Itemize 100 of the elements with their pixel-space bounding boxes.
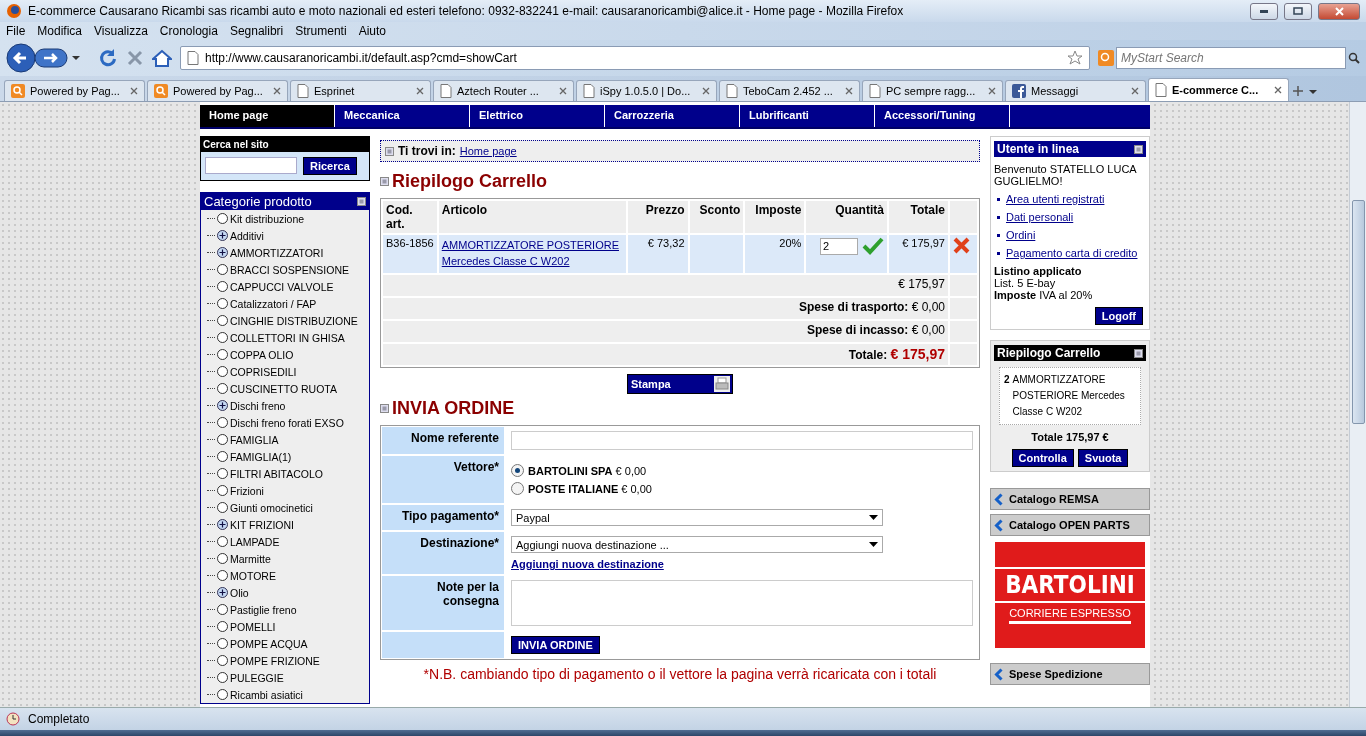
category-link[interactable]: KIT FRIZIONI — [230, 518, 294, 531]
category-link[interactable]: Kit distribuzione — [230, 212, 305, 225]
close-tab-icon[interactable] — [416, 87, 424, 95]
category-link[interactable]: Catalizzatori / FAP — [230, 297, 317, 310]
name-field[interactable] — [511, 431, 973, 450]
category-link[interactable]: CUSCINETTO RUOTA — [230, 382, 337, 395]
category-link[interactable]: Ricambi asiatici — [230, 688, 303, 701]
courier-banner[interactable]: BARTOLINI CORRIERE ESPRESSO — [995, 542, 1145, 648]
submit-order-button[interactable]: INVIA ORDINE — [511, 636, 600, 654]
category-link[interactable]: COLLETTORI IN GHISA — [230, 331, 345, 344]
menu-item[interactable]: Aiuto — [358, 24, 386, 38]
browser-tab[interactable]: Messaggi — [1005, 80, 1146, 101]
logoff-button[interactable]: Logoff — [1094, 307, 1143, 325]
close-button[interactable] — [1318, 2, 1360, 20]
category-link[interactable]: LAMPADE — [230, 535, 280, 548]
close-tab-icon[interactable] — [1131, 87, 1139, 95]
category-link[interactable]: FAMIGLIA — [230, 433, 279, 446]
category-link[interactable]: Additivi — [230, 229, 264, 242]
scrollbar[interactable] — [1349, 102, 1366, 707]
close-tab-icon[interactable] — [1274, 86, 1282, 94]
close-tab-icon[interactable] — [130, 87, 138, 95]
menu-item[interactable]: Visualizza — [94, 24, 148, 38]
star-icon[interactable] — [1067, 50, 1083, 66]
category-link[interactable]: BRACCI SOSPENSIONE — [230, 263, 350, 276]
site-nav-tab[interactable]: Home page — [200, 105, 335, 127]
browser-tab[interactable]: Aztech Router ... — [433, 80, 574, 101]
account-link[interactable]: Ordini — [1006, 229, 1036, 241]
category-link[interactable]: Pastiglie freno — [230, 603, 297, 616]
browser-tab[interactable]: E-commerce C... — [1148, 78, 1289, 101]
browser-tab[interactable]: Esprinet — [290, 80, 431, 101]
category-link[interactable]: Marmitte — [230, 552, 271, 565]
plus-icon[interactable] — [217, 247, 228, 258]
payment-dropdown[interactable]: Paypal — [511, 509, 883, 526]
site-nav-tab[interactable]: Accessori/Tuning — [875, 105, 1010, 127]
print-button[interactable]: Stampa — [627, 374, 733, 394]
browser-tab[interactable]: iSpy 1.0.5.0 | Do... — [576, 80, 717, 101]
browser-tab[interactable]: Powered by Pag... — [147, 80, 288, 101]
destination-dropdown[interactable]: Aggiungi nuova destinazione ... — [511, 536, 883, 553]
category-link[interactable]: Frizioni — [230, 484, 264, 497]
plus-icon[interactable] — [217, 400, 228, 411]
checkmark-icon[interactable] — [861, 237, 884, 255]
category-link[interactable]: Dischi freno — [230, 399, 286, 412]
site-search-field[interactable] — [205, 157, 297, 174]
browser-tab[interactable]: Powered by Pag... — [4, 80, 145, 101]
site-nav-tab[interactable]: Meccanica — [335, 105, 470, 127]
site-nav-tab[interactable]: Carrozzeria — [605, 105, 740, 127]
breadcrumb-link[interactable]: Home page — [459, 145, 517, 157]
menu-item[interactable]: Strumenti — [295, 24, 347, 38]
product-link[interactable]: AMMORTIZZATORE POSTERIORE Mercedes Classe C W202 — [441, 237, 624, 269]
site-nav-tab[interactable]: Elettrico — [470, 105, 605, 127]
cart-button[interactable]: Controlla — [1011, 449, 1074, 467]
catalog-link[interactable]: Catalogo OPEN PARTS — [990, 514, 1150, 536]
close-tab-icon[interactable] — [702, 87, 710, 95]
category-link[interactable]: COPRISEDILI — [230, 365, 297, 378]
square-icon[interactable] — [1134, 348, 1143, 358]
notes-field[interactable] — [511, 580, 973, 626]
menu-item[interactable]: Modifica — [37, 24, 83, 38]
cart-button[interactable]: Svuota — [1077, 449, 1129, 467]
browser-tab[interactable]: PC sempre ragg... — [862, 80, 1003, 101]
plus-icon[interactable] — [217, 230, 228, 241]
browser-tab[interactable]: TeboCam 2.452 ... — [719, 80, 860, 101]
search-button[interactable]: Ricerca — [303, 157, 357, 175]
bullet-icon[interactable] — [380, 177, 389, 186]
bullet-icon[interactable] — [380, 404, 389, 413]
bullet-icon[interactable] — [385, 146, 394, 156]
catalog-link[interactable]: Spese Spedizione — [990, 663, 1150, 685]
close-tab-icon[interactable] — [988, 87, 996, 95]
maximize-button[interactable] — [1284, 2, 1312, 20]
reload-icon[interactable] — [98, 48, 118, 68]
category-link[interactable]: POMELLI — [230, 620, 276, 633]
close-tab-icon[interactable] — [273, 87, 281, 95]
plus-icon[interactable] — [217, 519, 228, 530]
category-link[interactable]: POMPE FRIZIONE — [230, 654, 320, 667]
category-link[interactable]: PULEGGIE — [230, 671, 284, 684]
category-link[interactable]: CAPPUCCI VALVOLE — [230, 280, 334, 293]
search-field[interactable]: MyStart Search — [1116, 47, 1346, 69]
category-link[interactable]: FILTRI ABITACOLO — [230, 467, 323, 480]
address-field[interactable]: http://www.causaranoricambi.it/default.asp?cmd=showCart — [180, 46, 1090, 70]
category-link[interactable]: Giunti omocinetici — [230, 501, 313, 514]
account-link[interactable]: Area utenti registrati — [1006, 193, 1105, 205]
close-tab-icon[interactable] — [559, 87, 567, 95]
account-link[interactable]: Dati personali — [1006, 211, 1074, 223]
add-destination-link[interactable]: Aggiungi nuova destinazione — [511, 558, 973, 570]
category-link[interactable]: POMPE ACQUA — [230, 637, 308, 650]
plus-icon[interactable] — [217, 587, 228, 598]
minimize-button[interactable] — [1250, 2, 1278, 20]
menu-item[interactable]: File — [6, 24, 26, 38]
category-link[interactable]: CINGHIE DISTRIBUZIONE — [230, 314, 358, 327]
search-icon[interactable] — [1348, 52, 1360, 64]
menu-item[interactable]: Segnalibri — [229, 24, 284, 38]
radio-button[interactable] — [511, 464, 524, 477]
catalog-link[interactable]: Catalogo REMSA — [990, 488, 1150, 510]
category-link[interactable]: FAMIGLIA(1) — [230, 450, 292, 463]
scrollbar-thumb[interactable] — [1352, 200, 1365, 424]
close-tab-icon[interactable] — [845, 87, 853, 95]
category-link[interactable]: MOTORE — [230, 569, 276, 582]
x-icon[interactable] — [953, 237, 970, 254]
menu-item[interactable]: Cronologia — [159, 24, 218, 38]
home-icon[interactable] — [152, 49, 172, 67]
category-link[interactable]: Olio — [230, 586, 249, 599]
